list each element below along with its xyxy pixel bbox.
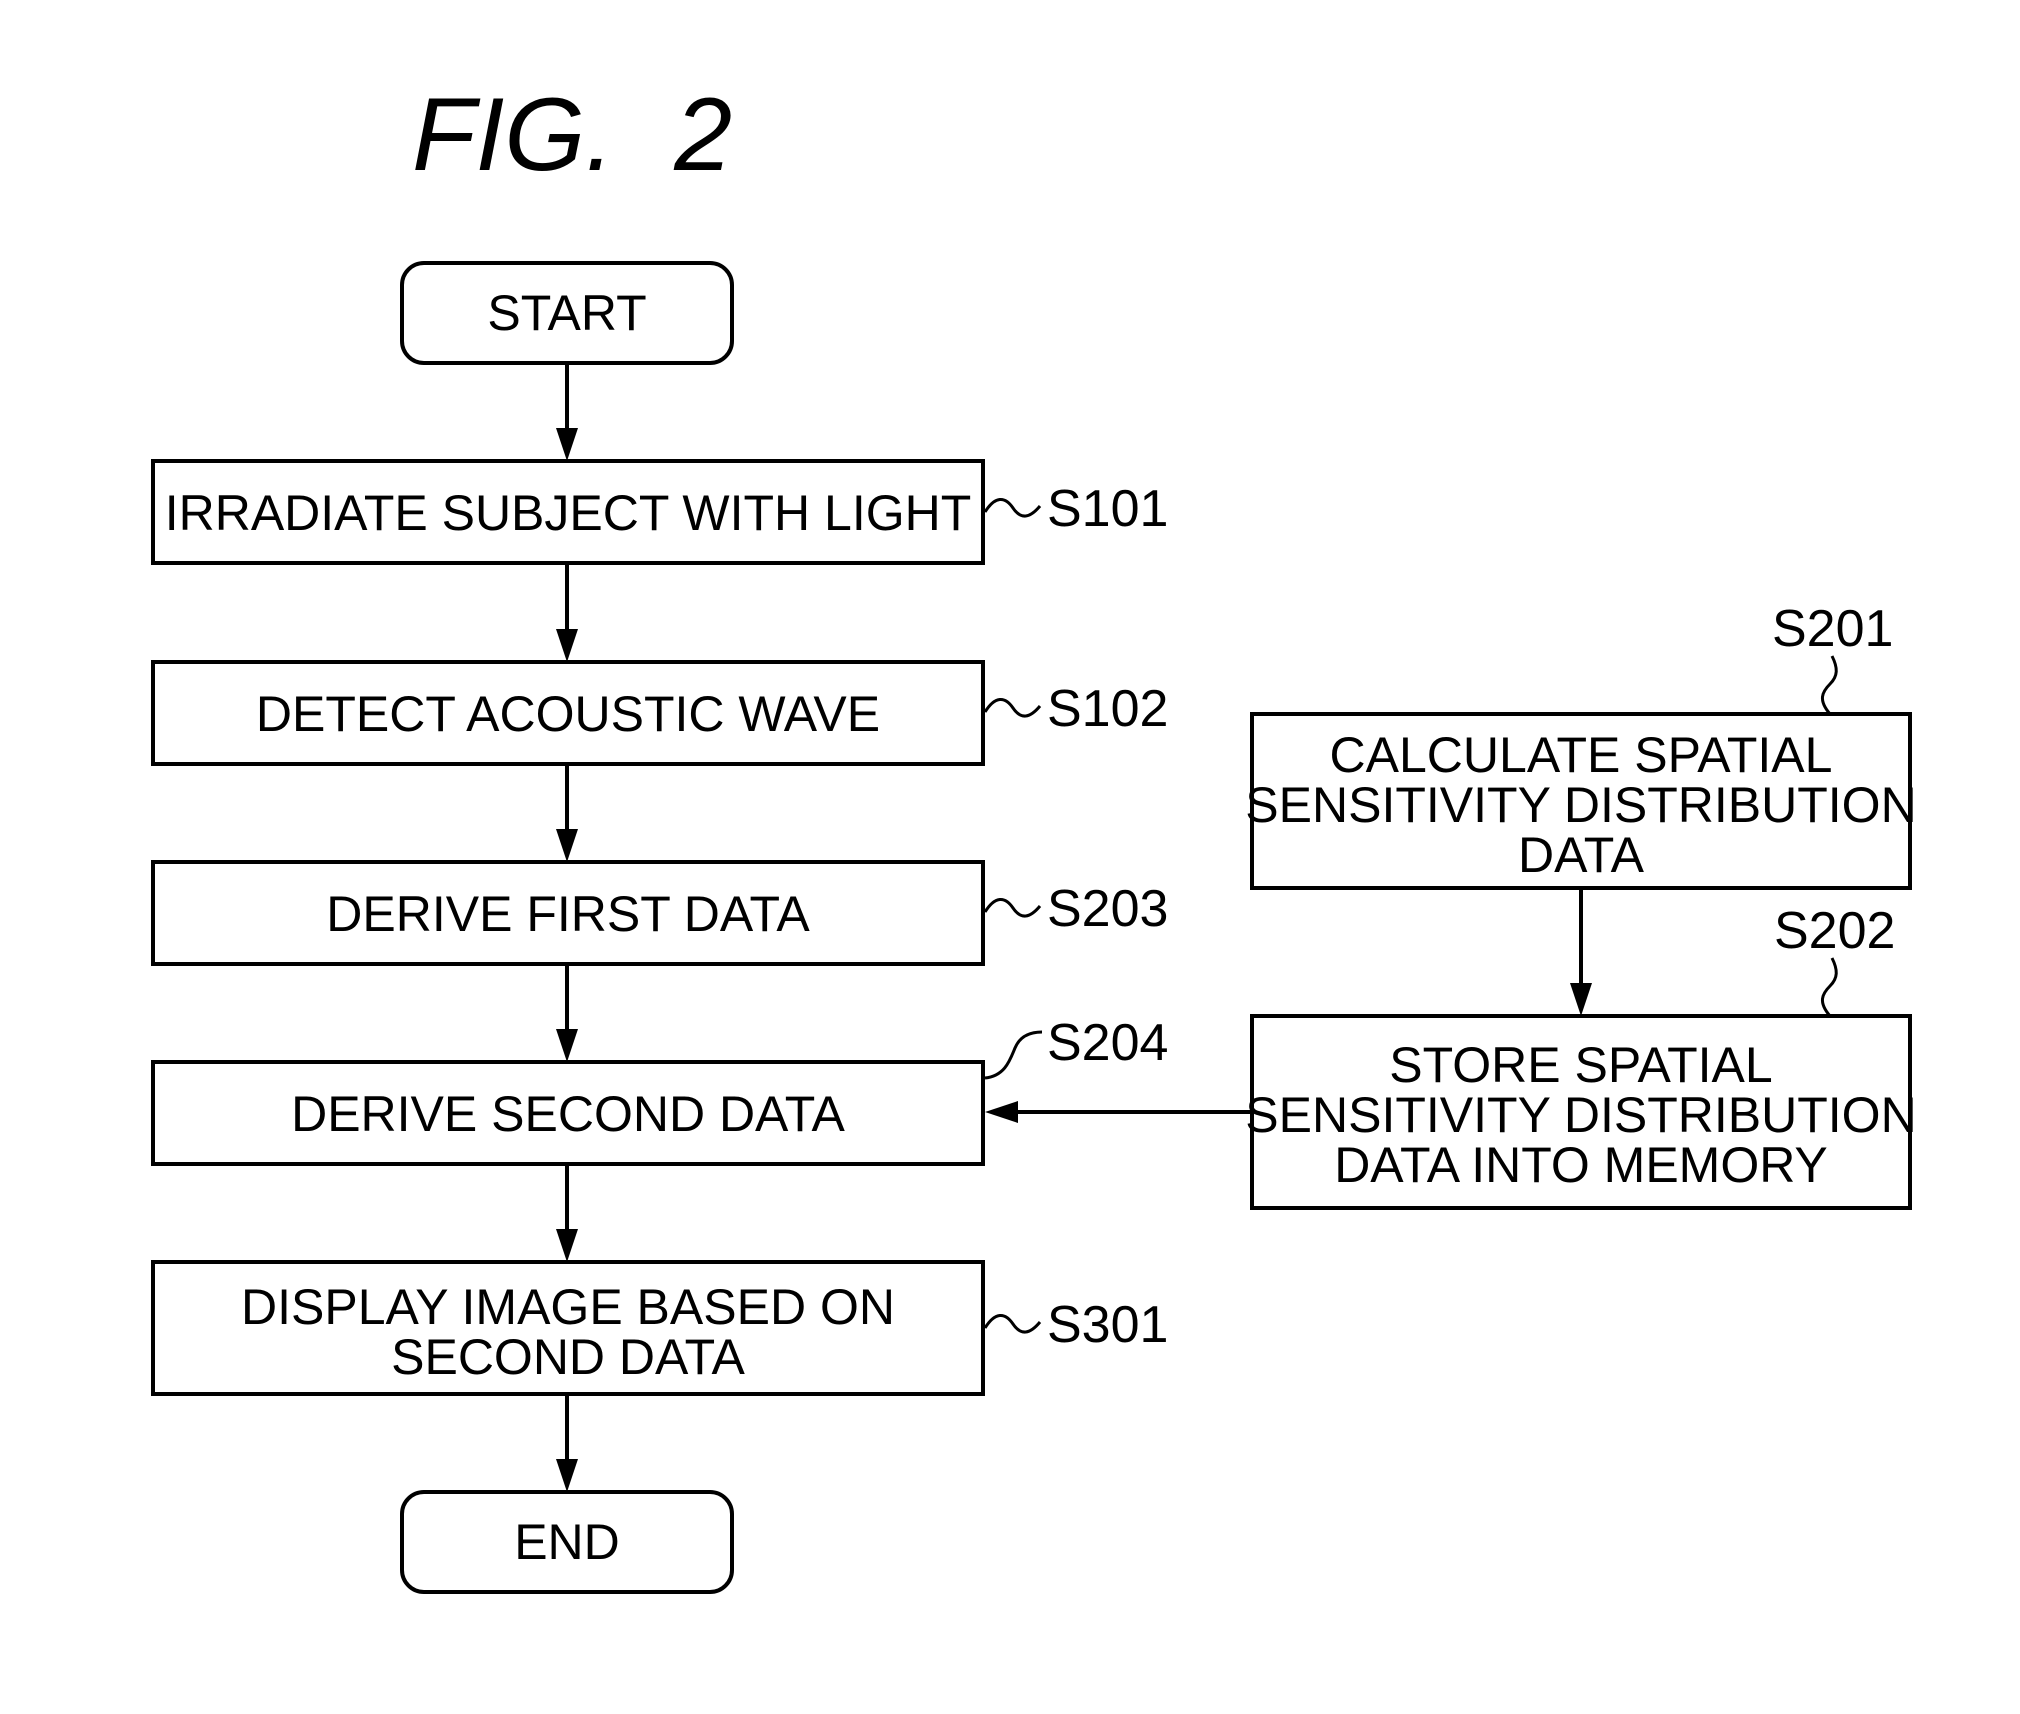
arrowhead-icon xyxy=(556,1459,578,1492)
step-s202-text-line-1: STORE SPATIAL xyxy=(1389,1037,1772,1093)
arrow-s301-to-end xyxy=(556,1396,578,1492)
step-s102-text-line-1: DETECT ACOUSTIC WAVE xyxy=(256,686,880,742)
arrowhead-icon xyxy=(556,1029,578,1062)
start-node: START xyxy=(400,261,734,365)
step-s204: DERIVE SECOND DATA S204 xyxy=(151,1014,1168,1166)
figure-title: FIG. 2 xyxy=(412,77,732,193)
step-s301: DISPLAY IMAGE BASED ON SECOND DATA S301 xyxy=(151,1260,1168,1396)
step-s202-text-line-3: DATA INTO MEMORY xyxy=(1334,1137,1828,1193)
step-s101-label: S101 xyxy=(1047,480,1168,538)
step-s203-label-connector xyxy=(983,898,1042,918)
end-node: END xyxy=(400,1490,734,1594)
arrowhead-icon xyxy=(1570,983,1592,1016)
step-s202-label-connector xyxy=(1821,957,1838,1017)
step-s203: DERIVE FIRST DATA S203 xyxy=(151,860,1168,966)
arrow-s203-to-s204 xyxy=(556,966,578,1062)
step-s102-label: S102 xyxy=(1047,680,1168,738)
step-s201-text-line-2: SENSITIVITY DISTRIBUTION xyxy=(1245,777,1916,833)
arrow-s101-to-s102 xyxy=(556,565,578,662)
step-s301-text-line-1: DISPLAY IMAGE BASED ON xyxy=(241,1279,895,1335)
arrow-s204-to-s301 xyxy=(556,1166,578,1262)
end-text: END xyxy=(514,1514,620,1570)
step-s201: CALCULATE SPATIAL SENSITIVITY DISTRIBUTI… xyxy=(1245,600,1917,890)
arrow-s201-to-s202 xyxy=(1570,890,1592,1016)
step-s102: DETECT ACOUSTIC WAVE S102 xyxy=(151,660,1168,766)
step-s101-label-connector xyxy=(983,498,1042,518)
arrowhead-icon xyxy=(556,1229,578,1262)
step-s301-label-connector xyxy=(983,1314,1042,1334)
step-s204-label: S204 xyxy=(1047,1014,1168,1072)
step-s101: IRRADIATE SUBJECT WITH LIGHT S101 xyxy=(151,459,1168,565)
step-s301-label: S301 xyxy=(1047,1296,1168,1354)
step-s102-label-connector xyxy=(983,698,1042,718)
arrowhead-icon xyxy=(556,428,578,461)
arrow-start-to-s101 xyxy=(556,365,578,461)
step-s203-label: S203 xyxy=(1047,880,1168,938)
step-s204-text-line-1: DERIVE SECOND DATA xyxy=(291,1086,845,1142)
step-s101-text-line-1: IRRADIATE SUBJECT WITH LIGHT xyxy=(165,485,972,541)
start-text: START xyxy=(487,285,646,341)
step-s201-label: S201 xyxy=(1772,600,1893,658)
step-s201-text-line-3: DATA xyxy=(1518,827,1645,883)
arrowhead-icon xyxy=(556,629,578,662)
step-s203-text-line-1: DERIVE FIRST DATA xyxy=(326,886,810,942)
step-s301-text-line-2: SECOND DATA xyxy=(391,1329,745,1385)
arrow-s202-to-s204 xyxy=(985,1101,1252,1123)
step-s204-label-connector xyxy=(984,1030,1043,1080)
step-s201-label-connector xyxy=(1821,655,1838,715)
arrowhead-icon xyxy=(985,1101,1018,1123)
step-s201-text-line-1: CALCULATE SPATIAL xyxy=(1330,727,1833,783)
step-s202-label: S202 xyxy=(1774,902,1895,960)
arrow-s102-to-s203 xyxy=(556,766,578,862)
arrowhead-icon xyxy=(556,829,578,862)
flowchart: FIG. 2 START IRRADIATE SUBJECT WITH LIGHT… xyxy=(151,77,1917,1594)
step-s202-text-line-2: SENSITIVITY DISTRIBUTION xyxy=(1245,1087,1916,1143)
